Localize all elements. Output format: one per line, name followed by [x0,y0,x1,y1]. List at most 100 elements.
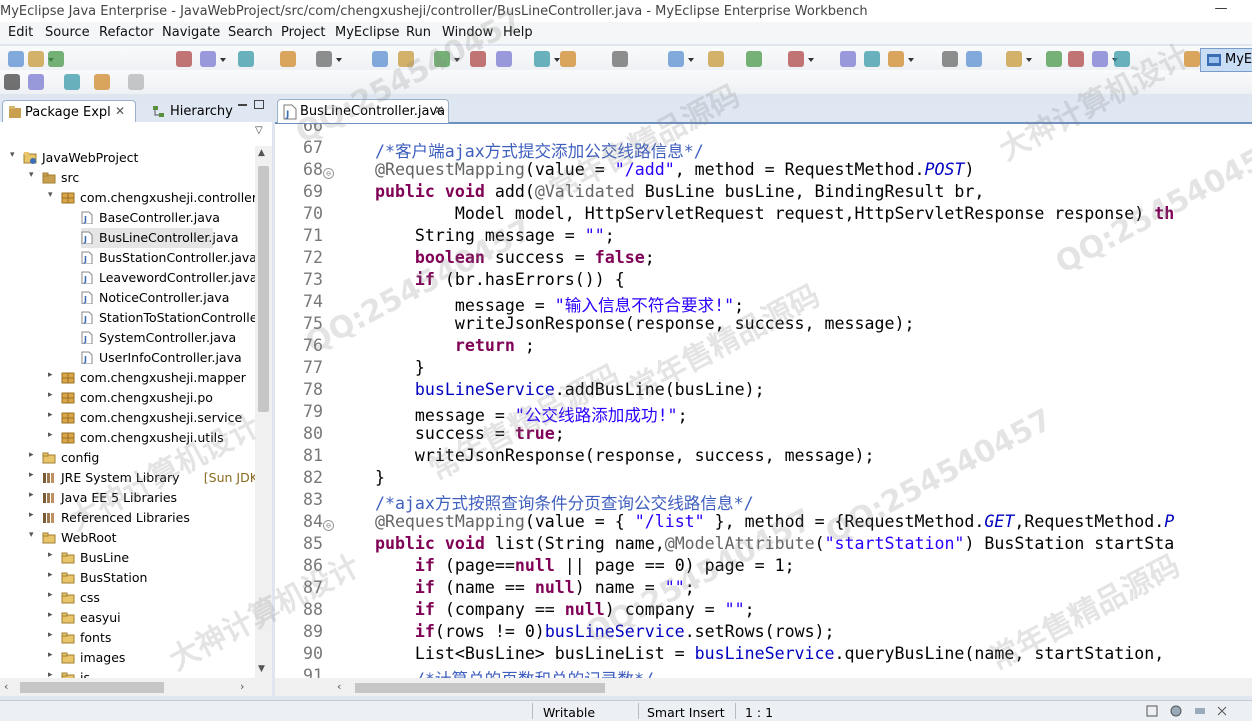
editor-hscroll-thumb[interactable] [355,683,605,693]
dropdown-arrow-icon[interactable] [336,58,342,62]
tree-item[interactable]: ▸ com.chengxusheji.mapper [0,368,255,388]
view-menu-icon[interactable]: ▽ [255,125,263,136]
menu-refactor[interactable]: Refactor [99,25,154,40]
tree-item[interactable]: J BusLineController.java [81,228,239,248]
tree-item[interactable]: J LeavewordController.java [0,268,255,288]
tree-item[interactable]: ▾ src [0,168,255,188]
expand-arrow-icon[interactable]: ▸ [48,650,58,660]
toolbar-button-icon[interactable] [746,51,762,67]
toolbar-button-icon[interactable] [788,51,804,67]
expand-arrow-icon[interactable]: ▸ [29,510,39,520]
toolbar-button-icon[interactable] [840,51,856,67]
tab-package-explorer[interactable]: Package Expl ✕ [2,100,136,123]
expand-arrow-icon[interactable]: ▸ [48,670,58,678]
scroll-down-icon[interactable]: ▼ [258,664,265,674]
tree-item[interactable]: J BaseController.java [0,208,255,228]
navigation-button-icon[interactable] [64,74,80,90]
toolbar-button-icon[interactable] [470,51,486,67]
toolbar-button-icon[interactable] [280,51,296,67]
toolbar-button-icon[interactable] [942,51,958,67]
toolbar-button-icon[interactable] [966,51,982,67]
tree-item[interactable]: ▸ BusLine [0,548,255,568]
tree-item[interactable]: ▸ js [0,668,255,678]
menu-source[interactable]: Source [45,25,90,40]
scroll-up-icon[interactable]: ▲ [258,148,265,158]
expand-arrow-icon[interactable]: ▸ [48,550,58,560]
tree-item[interactable]: ▸ css [0,588,255,608]
tree-item[interactable]: ▾ com.chengxusheji.controller [0,188,255,208]
tree-item[interactable]: ▸ Referenced Libraries [0,508,255,528]
dropdown-arrow-icon[interactable] [688,58,694,62]
expand-arrow-icon[interactable]: ▸ [48,410,58,420]
dropdown-arrow-icon[interactable] [454,58,460,62]
minimize-view-icon[interactable] [238,104,247,106]
menu-myeclipse[interactable]: MyEclipse [335,25,400,40]
menu-edit[interactable]: Edit [8,25,33,40]
expand-arrow-icon[interactable]: ▸ [48,570,58,580]
toolbar-button-icon[interactable] [708,51,724,67]
tree-item[interactable]: ▸ easyui [0,608,255,628]
code-area[interactable]: 66 67 /*客户端ajax方式提交添加公交线路信息*/68 ⊖ @Request… [275,124,1252,678]
collapse-arrow-icon[interactable]: ▾ [10,150,20,160]
tree-item[interactable]: J BusStationController.java [0,248,255,268]
toolbar-button-icon[interactable] [8,51,24,67]
navigation-button-icon[interactable] [94,74,110,90]
tree-item[interactable]: J StationToStationControlle [0,308,255,328]
tree-scroll-thumb[interactable] [258,166,269,412]
toolbar-button-icon[interactable] [28,51,44,67]
tree-item[interactable]: J NoticeController.java [0,288,255,308]
window-icon[interactable] [1146,705,1158,717]
toolbar-button-icon[interactable] [48,51,64,67]
tree-item[interactable]: ▸ com.chengxusheji.service [0,408,255,428]
toolbar-button-icon[interactable] [1114,51,1130,67]
tree-item[interactable]: ▸ JRE System Library [Sun JDK 1.6. [0,468,255,488]
navigation-button-icon[interactable] [4,74,20,90]
perspective-switcher[interactable]: MyE [1200,48,1252,72]
toolbar-button-icon[interactable] [668,51,684,67]
gc-icon[interactable] [1216,705,1228,717]
toolbar-button-icon[interactable] [372,51,388,67]
expand-arrow-icon[interactable]: ▸ [29,490,39,500]
menu-navigate[interactable]: Navigate [162,25,220,40]
expand-arrow-icon[interactable]: ▸ [48,390,58,400]
tree-item[interactable]: J UserInfoController.java [0,348,255,368]
tree-item[interactable]: ▸ images [0,648,255,668]
toolbar-button-icon[interactable] [1092,51,1108,67]
dropdown-arrow-icon[interactable] [808,58,814,62]
expand-arrow-icon[interactable]: ▸ [48,610,58,620]
scroll-left-icon[interactable]: ‹ [337,680,341,693]
collapse-arrow-icon[interactable]: ▾ [29,530,39,540]
toolbar-button-icon[interactable] [888,51,904,67]
toolbar-button-icon[interactable] [1046,51,1062,67]
tree-item[interactable]: ▸ Java EE 5 Libraries [0,488,255,508]
tree-item[interactable]: ▸ fonts [0,628,255,648]
tree-hscroll-thumb[interactable] [20,682,164,693]
menu-help[interactable]: Help [503,25,533,40]
toolbar-button-icon[interactable] [560,51,576,67]
toolbar-button-icon[interactable] [496,51,512,67]
expand-arrow-icon[interactable]: ▸ [48,430,58,440]
toolbar-button-icon[interactable] [200,51,216,67]
toolbar-button-icon[interactable] [612,51,628,67]
dropdown-arrow-icon[interactable] [908,58,914,62]
expand-arrow-icon[interactable]: ▸ [29,450,39,460]
tree-item[interactable]: ▸ config [0,448,255,468]
toolbar-button-icon[interactable] [398,51,414,67]
navigation-button-icon[interactable] [28,74,44,90]
toolbar-button-icon[interactable] [176,51,192,67]
tab-buslinecontroller[interactable]: J BusLineController.java ✕ [277,99,449,123]
expand-arrow-icon[interactable]: ▸ [48,590,58,600]
dropdown-arrow-icon[interactable] [220,58,226,62]
minimize-button[interactable]: — [1212,1,1230,19]
tree-item[interactable]: ▸ BusStation [0,568,255,588]
scroll-left-icon[interactable]: ‹ [4,680,8,693]
toolbar-button-icon[interactable] [316,51,332,67]
toolbar-button-icon[interactable] [1006,51,1022,67]
toolbar-button-icon[interactable] [534,51,550,67]
maximize-view-icon[interactable] [254,100,264,109]
menu-window[interactable]: Window [442,25,493,40]
tree-item[interactable]: ▾ WebRoot [0,528,255,548]
toolbar-button-icon[interactable] [434,51,450,67]
tree-item[interactable]: J SystemController.java [0,328,255,348]
close-icon[interactable]: ✕ [115,104,125,118]
